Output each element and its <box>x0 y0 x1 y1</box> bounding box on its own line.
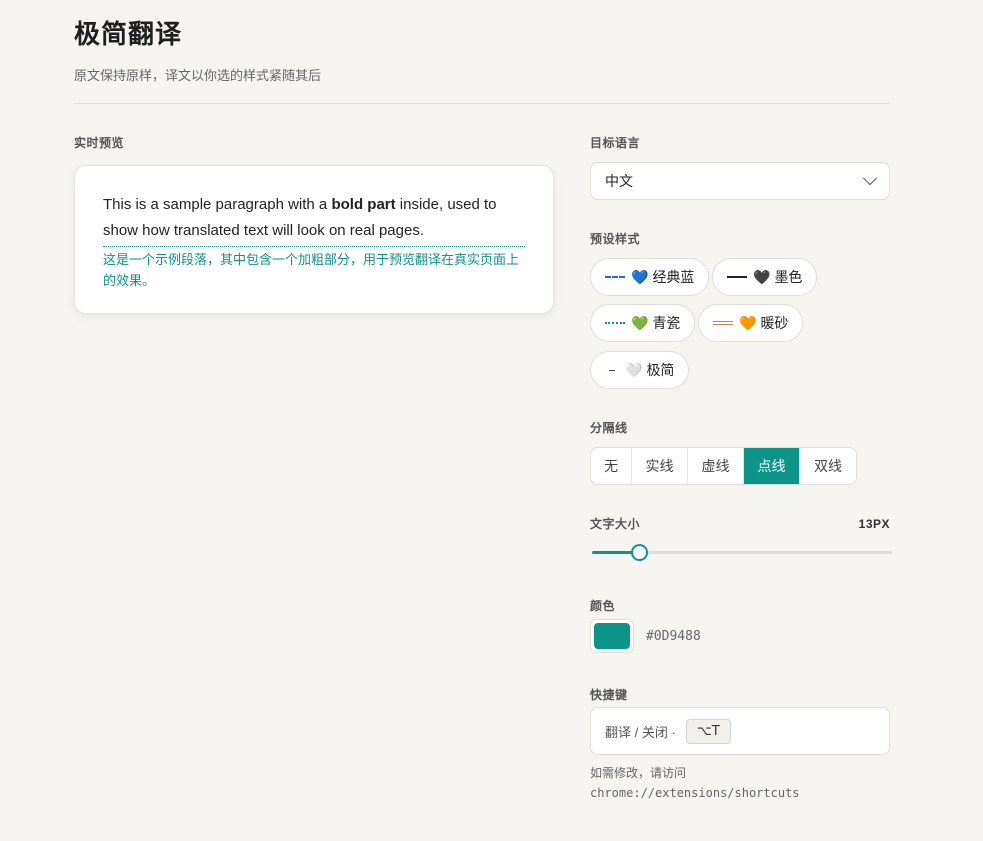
target-language-value: 中文 <box>605 173 633 189</box>
font-size-slider[interactable] <box>592 544 892 561</box>
shortcut-section: 快捷键 翻译 / 关闭 · ⌥T 如需修改，请访问 chrome://exten… <box>590 686 890 806</box>
page-header: 极简翻译 原文保持原样，译文以你选的样式紧随其后 <box>74 17 890 84</box>
divider-style-section: 分隔线 无实线 虚线 点线 双线 <box>590 419 890 485</box>
preview-text-before: This is a sample paragraph with a <box>103 196 332 213</box>
chevron-down-icon <box>862 171 878 186</box>
font-size-label: 文字大小 <box>590 517 641 531</box>
target-language-section: 目标语言 中文 <box>590 134 890 200</box>
divider-option[interactable]: 虚线 <box>688 448 744 484</box>
shortcut-key: ⌥T <box>685 718 731 744</box>
preset-label: 暖砂 <box>760 315 789 331</box>
divider-option[interactable]: 点线 <box>744 448 800 484</box>
shortcut-label: 快捷键 <box>590 688 628 702</box>
shortcut-hint-text: 如需修改，请访问 <box>590 766 687 780</box>
preset-label: 经典蓝 <box>652 269 695 285</box>
target-language-label: 目标语言 <box>590 136 641 150</box>
heart-icon: 🖤 <box>753 268 771 285</box>
divider-style-label: 分隔线 <box>590 421 628 435</box>
preset-pill[interactable]: 🤍 极简 <box>590 351 690 389</box>
color-swatch-button[interactable] <box>590 619 634 653</box>
preset-pill[interactable]: 💚 青瓷 <box>590 304 696 342</box>
heart-icon: 🤍 <box>625 361 643 378</box>
preset-line-sample <box>727 276 747 278</box>
preset-line-sample <box>609 369 615 371</box>
preview-section: 实时预览 This is a sample paragraph with a b… <box>74 134 554 314</box>
preview-label: 实时预览 <box>74 136 125 150</box>
divider-option[interactable]: 实线 <box>632 448 688 484</box>
preset-line-sample <box>605 276 625 278</box>
preset-pill[interactable]: 🧡 暖砂 <box>698 304 804 342</box>
shortcut-hint-url[interactable]: chrome://extensions/shortcuts <box>590 783 800 803</box>
preset-label: 极简 <box>646 362 675 378</box>
color-label: 颜色 <box>590 599 616 613</box>
preset-label: 墨色 <box>774 269 803 285</box>
preset-line-sample <box>605 322 625 324</box>
preview-card: This is a sample paragraph with a bold p… <box>74 165 554 314</box>
header-divider <box>74 103 890 104</box>
color-section: 颜色 #0D9488 <box>590 597 890 657</box>
target-language-select[interactable]: 中文 <box>590 162 890 200</box>
divider-option[interactable]: 无 <box>591 448 632 484</box>
preview-bold-part: bold part <box>331 196 396 213</box>
shortcut-action-text: 翻译 / 关闭 · <box>605 724 676 740</box>
shortcut-hint: 如需修改，请访问 chrome://extensions/shortcuts <box>590 763 800 803</box>
preset-line-sample <box>713 321 733 325</box>
color-hex-value: #0D9488 <box>646 629 701 644</box>
heart-icon: 🧡 <box>739 314 757 331</box>
preset-pill[interactable]: 🖤 墨色 <box>712 258 818 296</box>
font-size-value: 13PX <box>858 516 890 531</box>
slider-thumb[interactable] <box>630 544 648 561</box>
page-title: 极简翻译 <box>74 19 183 49</box>
preset-pill[interactable]: 💙 经典蓝 <box>590 258 710 296</box>
preview-translation-text: 这是一个示例段落，其中包含一个加粗部分，用于预览翻译在真实页面上的效果。 <box>103 246 525 291</box>
heart-icon: 💚 <box>631 314 649 331</box>
page-subtitle: 原文保持原样，译文以你选的样式紧随其后 <box>74 68 322 83</box>
heart-icon: 💙 <box>631 268 649 285</box>
preview-original-text: This is a sample paragraph with a bold p… <box>103 192 525 244</box>
presets-label: 预设样式 <box>590 232 641 246</box>
font-size-section: 文字大小 13PX <box>590 515 892 565</box>
divider-style-segmented-control: 无实线 虚线 点线 双线 <box>590 447 857 485</box>
presets-section: 预设样式 💙 经典蓝 🖤 墨色 💚 青瓷 🧡 暖砂 🤍 极简 <box>590 230 890 390</box>
preset-label: 青瓷 <box>652 315 681 331</box>
divider-option[interactable]: 双线 <box>800 448 856 484</box>
color-swatch <box>594 623 630 649</box>
shortcut-box: 翻译 / 关闭 · ⌥T <box>590 707 890 755</box>
